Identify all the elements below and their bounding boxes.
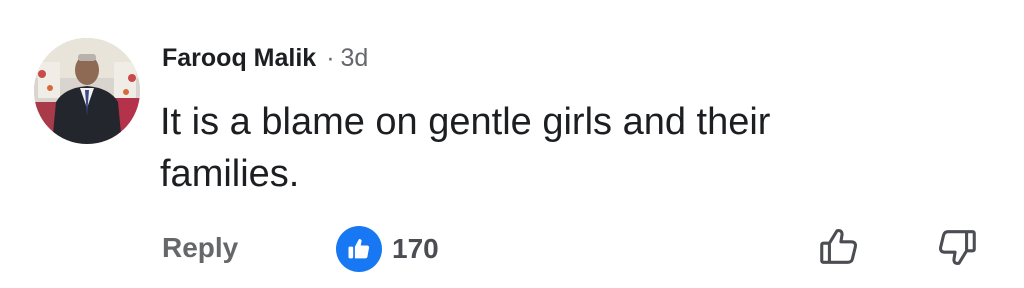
- comment-text: It is a blame on gentle girls and their …: [160, 101, 771, 195]
- comment-header: Farooq Malik · 3d: [162, 40, 368, 76]
- separator-dot: ·: [326, 43, 335, 72]
- upvote-button[interactable]: [812, 222, 866, 276]
- reaction-summary[interactable]: 170: [336, 226, 439, 272]
- thumbs-up-icon: [336, 226, 382, 272]
- reaction-count: 170: [392, 233, 439, 264]
- comment: Farooq Malik · 3d It is a blame on gentl…: [0, 0, 1024, 288]
- reply-button[interactable]: Reply: [162, 232, 238, 264]
- author-name[interactable]: Farooq Malik: [162, 44, 316, 73]
- comment-actions: Reply 170: [0, 222, 1024, 276]
- downvote-button[interactable]: [930, 222, 984, 276]
- avatar-photo: [34, 38, 140, 144]
- avatar[interactable]: [34, 38, 140, 144]
- thumbs-up-outline-icon: [816, 224, 862, 275]
- thumbs-down-outline-icon: [934, 224, 980, 275]
- timestamp: 3d: [340, 43, 369, 72]
